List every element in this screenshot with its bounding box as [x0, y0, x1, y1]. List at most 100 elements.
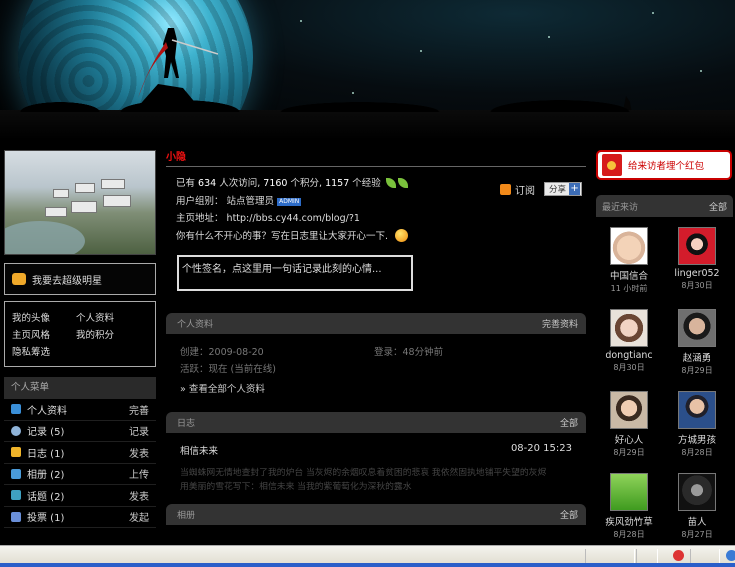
signature-input[interactable]: 个性签名，点这里用一句话记录此刻的心情...	[177, 255, 413, 291]
main-content: 小隐 已有 634 人次访问, 7160 个积分, 1157 个经验 用户组别：…	[166, 148, 586, 525]
hot-star-label: 我要去超级明星	[32, 275, 102, 287]
mood-prompt[interactable]: 你有什么不开心的事？写在日志里让大家开心一下.	[176, 231, 388, 242]
group-value[interactable]: 站点管理员	[227, 196, 275, 207]
user-photo[interactable]	[4, 150, 156, 255]
avatar[interactable]	[678, 391, 716, 429]
menu-item-action[interactable]: 发表	[129, 488, 149, 503]
all-visitors-link[interactable]: 全部	[709, 200, 727, 213]
link-home-style[interactable]: 主页风格	[12, 327, 76, 341]
photo-building	[103, 195, 131, 207]
visitor-time: 8月27日	[681, 530, 713, 539]
visitor-item[interactable]: dongtianc 8月30日	[596, 309, 662, 373]
avatar[interactable]	[610, 309, 648, 347]
menu-item-label: 个人资料	[27, 405, 67, 417]
visit-count: 634	[198, 178, 217, 189]
speech-bubble-icon	[11, 425, 21, 436]
security-icon[interactable]	[673, 550, 684, 561]
points-count: 7160	[263, 178, 288, 189]
profile-icon	[11, 404, 21, 415]
username-title[interactable]: 小隐	[166, 148, 586, 166]
menu-item-polls[interactable]: 投票 (1) 发起	[4, 507, 156, 528]
avatar[interactable]	[610, 391, 648, 429]
photo-building	[53, 189, 69, 198]
visitor-item[interactable]: 方城男孩 8月28日	[664, 391, 730, 458]
visitor-item[interactable]: 好心人 8月29日	[596, 391, 662, 458]
menu-item-action[interactable]: 完善	[129, 402, 149, 417]
avatar[interactable]	[610, 227, 648, 265]
rss-icon	[500, 184, 511, 195]
star-badge-icon	[12, 273, 26, 285]
link-my-avatar[interactable]: 我的头像	[12, 310, 76, 324]
link-profile[interactable]: 个人资料	[76, 310, 146, 324]
menu-item-label: 相册 (2)	[27, 470, 65, 482]
complete-profile-link[interactable]: 完善资料	[542, 317, 578, 330]
visitor-item[interactable]: 赵涵勇 8月29日	[664, 309, 730, 376]
avatar[interactable]	[678, 227, 716, 265]
admin-badge: ADMIN	[277, 197, 302, 206]
menu-item-action[interactable]: 发起	[129, 509, 149, 524]
stats-prefix: 已有	[176, 178, 196, 189]
link-my-points[interactable]: 我的积分	[76, 327, 146, 341]
menu-item-topics[interactable]: 话题 (2) 发表	[4, 485, 156, 507]
profile-panel-body: 创建：2009-08-20 登录：48分钟前 活跃：现在 (当前在线) » 查看…	[166, 334, 586, 408]
personal-menu-title: 个人菜单	[4, 377, 156, 399]
menu-item-action[interactable]: 发表	[129, 445, 149, 460]
view-all-profile-link[interactable]: » 查看全部个人资料	[180, 381, 572, 398]
leaf-icon	[385, 178, 396, 188]
visitor-name[interactable]: 方城男孩	[664, 432, 730, 446]
active-status: 活跃：现在 (当前在线)	[180, 364, 276, 375]
ground-silhouette	[0, 98, 735, 140]
visitor-item[interactable]: 中国信合 11 小时前	[596, 227, 662, 294]
homepage-line: 主页地址： http://bbs.cy44.com/blog/?1	[176, 210, 586, 228]
share-button[interactable]: 分享 +	[544, 182, 582, 196]
visit-label: 人次访问,	[219, 178, 261, 189]
avatar[interactable]	[678, 473, 716, 511]
visitor-name[interactable]: 疾风劲竹草	[596, 514, 662, 528]
all-album-link[interactable]: 全部	[560, 508, 578, 521]
visitor-time: 11 小时前	[610, 284, 648, 293]
visitor-name[interactable]: 赵涵勇	[664, 350, 730, 364]
avatar[interactable]	[610, 473, 648, 511]
visitor-item[interactable]: linger052 8月30日	[664, 227, 730, 291]
menu-item-album[interactable]: 相册 (2) 上传	[4, 464, 156, 485]
menu-item-blog[interactable]: 日志 (1) 发表	[4, 442, 156, 464]
smiley-icon	[395, 228, 409, 242]
photo-building	[101, 179, 125, 189]
status-segment	[585, 549, 635, 564]
excerpt-line: 当蜘蛛网无情地查封了我的炉台 当灰烬的余烟叹息着贫困的悲哀 我依然固执地铺平失望…	[180, 468, 547, 478]
menu-item-label: 日志 (1)	[27, 448, 65, 460]
profile-panel-header: 个人资料 完善资料	[166, 313, 586, 334]
menu-item-action[interactable]: 记录	[129, 423, 149, 438]
subscribe-button[interactable]: 订阅	[500, 182, 535, 197]
notebook-icon	[11, 447, 21, 458]
blog-panel-header: 日志 全部	[166, 412, 586, 433]
visitor-name[interactable]: 好心人	[596, 432, 662, 446]
visitor-item[interactable]: 疾风劲竹草 8月28日	[596, 473, 662, 540]
subscribe-label: 订阅	[515, 186, 535, 197]
menu-item-label: 记录 (5)	[27, 427, 65, 439]
visitor-name[interactable]: 苗人	[664, 514, 730, 528]
status-segment	[690, 549, 720, 564]
menu-item-profile[interactable]: 个人资料 完善	[4, 399, 156, 421]
profile-panel: 个人资料 完善资料 创建：2009-08-20 登录：48分钟前 活跃：现在 (…	[166, 313, 586, 408]
visitor-item[interactable]: 苗人 8月27日	[664, 473, 730, 540]
menu-item-records[interactable]: 记录 (5) 记录	[4, 421, 156, 442]
visitor-name[interactable]: dongtianc	[596, 350, 662, 361]
internet-zone-icon[interactable]	[726, 550, 735, 561]
blog-panel-title: 日志	[177, 419, 196, 429]
topic-icon	[11, 490, 21, 501]
header-banner	[0, 0, 735, 140]
link-privacy[interactable]: 隐私筹选	[12, 344, 76, 358]
red-envelope-icon	[602, 154, 622, 176]
avatar[interactable]	[678, 309, 716, 347]
visitor-name[interactable]: 中国信合	[596, 268, 662, 282]
menu-item-action[interactable]: 上传	[129, 466, 149, 481]
hot-star-button[interactable]: 我要去超级明星	[4, 263, 156, 295]
homepage-link[interactable]: http://bbs.cy44.com/blog/?1	[227, 213, 360, 224]
visitor-time: 8月29日	[681, 366, 713, 375]
red-packet-button[interactable]: 给来访者埋个红包	[596, 150, 732, 180]
leaf-icon	[397, 178, 408, 188]
visitor-name[interactable]: linger052	[664, 268, 730, 279]
all-blog-link[interactable]: 全部	[560, 416, 578, 429]
blog-panel: 日志 全部 相信未来 08-20 15:23 当蜘蛛网无情地查封了我的炉台 当灰…	[166, 412, 586, 494]
